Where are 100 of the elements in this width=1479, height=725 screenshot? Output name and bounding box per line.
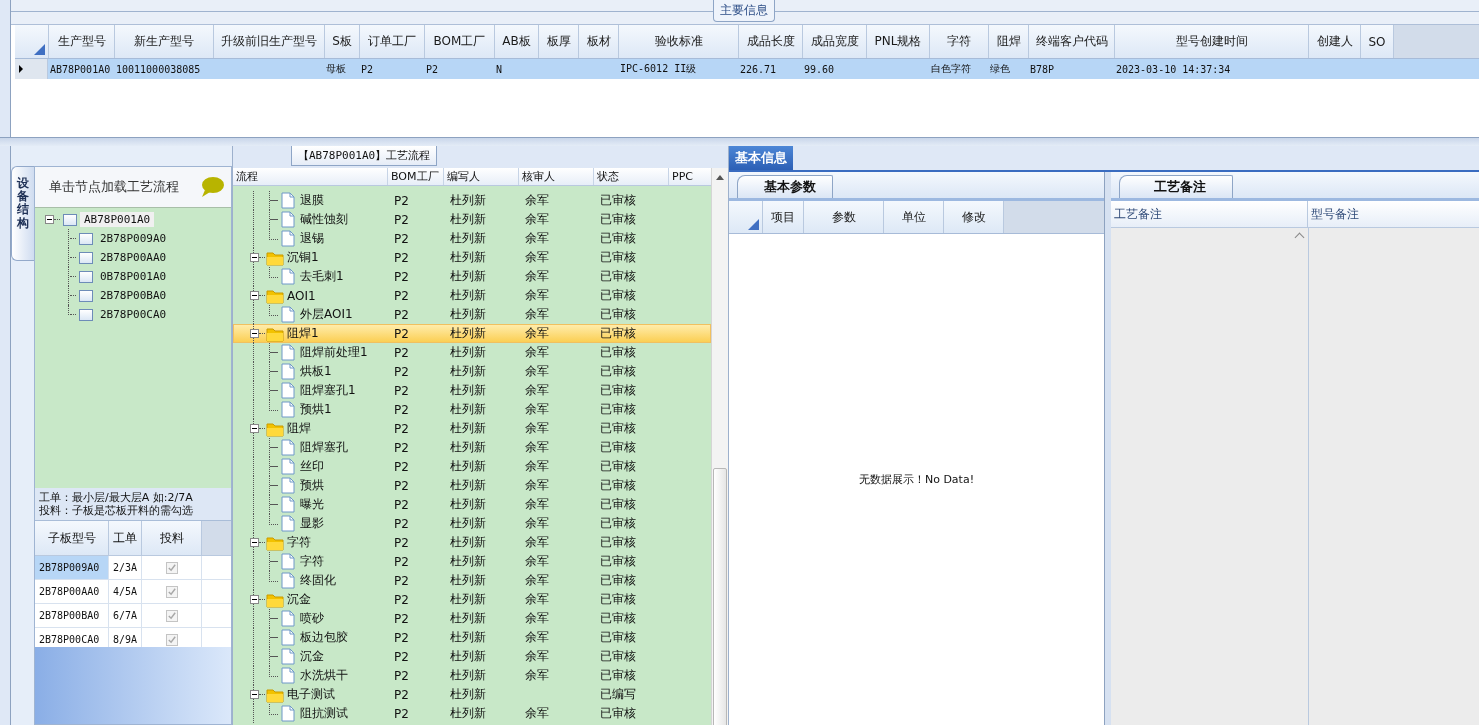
collapse-icon[interactable] [250, 595, 259, 604]
checkbox[interactable] [165, 585, 178, 598]
column-header[interactable]: 型号备注 [1308, 201, 1479, 227]
tree-row[interactable]: 阻焊前处理1 P2 杜列新 余军 已审核 [233, 343, 712, 362]
tree-row[interactable]: 喷砂 P2 杜列新 余军 已审核 [233, 609, 712, 628]
tab[interactable]: 基本信息 [729, 146, 793, 170]
tab[interactable]: 基本参数 [737, 175, 833, 198]
collapse-icon[interactable] [250, 690, 259, 699]
column-header[interactable]: 验收标准 [619, 25, 739, 58]
tree-row[interactable]: 阻焊1 P2 杜列新 余军 已审核 [233, 324, 712, 343]
table-cell: 绿色 [990, 62, 1010, 76]
tree-row[interactable]: 碱性蚀刻 P2 杜列新 余军 已审核 [233, 210, 712, 229]
tree-row[interactable]: 阻焊塞孔 P2 杜列新 余军 已审核 [233, 438, 712, 457]
tree-row[interactable]: 预烘 P2 杜列新 余军 已审核 [233, 476, 712, 495]
window-icon [79, 270, 93, 283]
hint-text: 工单：最小层/最大层A 如:2/7A [39, 491, 194, 504]
window-icon [79, 289, 93, 302]
panel-title: 【AB78P001A0】工艺流程 [291, 146, 438, 166]
column-header[interactable]: 单位 [884, 201, 944, 233]
column-header[interactable]: 创建人 [1309, 25, 1361, 58]
column-header[interactable]: 板厚 [539, 25, 579, 58]
tree-row[interactable]: 字符 P2 杜列新 余军 已审核 [233, 533, 712, 552]
column-header[interactable]: 成品宽度 [803, 25, 867, 58]
column-header[interactable]: 状态 [594, 168, 669, 185]
panel-header: 单击节点加载工艺流程 [49, 178, 179, 196]
column-header[interactable]: S板 [325, 25, 360, 58]
column-header[interactable]: 阻焊 [989, 25, 1029, 58]
column-header[interactable]: 子板型号 [35, 521, 109, 555]
tree-node[interactable]: 2B78P00AA0 [96, 250, 171, 265]
tree-row[interactable]: 字符 P2 杜列新 余军 已审核 [233, 552, 712, 571]
table-row[interactable]: AB78P001A0 10011000038085 母板 P2 P2 N IPC-6012 II级 226.71 99.60 白色字符 绿色 B78P 2023-03-10 14:37:34 [15, 59, 1479, 79]
column-header[interactable]: 升级前旧生产型号 [214, 25, 325, 58]
tree-row[interactable]: 终固化 P2 杜列新 余军 已审核 [233, 571, 712, 590]
document-icon [281, 553, 295, 570]
tree-node[interactable]: AB78P001A0 [80, 212, 155, 227]
column-header[interactable]: 生产型号 [49, 25, 115, 58]
tree-row[interactable]: 沉金 P2 杜列新 余军 已审核 [233, 647, 712, 666]
collapse-icon[interactable] [250, 329, 259, 338]
checkbox[interactable] [165, 609, 178, 622]
column-header[interactable]: 流程 [233, 168, 388, 185]
column-header[interactable]: 工单 [109, 521, 142, 555]
table-cell[interactable]: 2B78P00AA0 [35, 580, 109, 603]
tree-row[interactable]: 预烘1 P2 杜列新 余军 已审核 [233, 400, 712, 419]
tree-node[interactable]: 2B78P00BA0 [96, 288, 171, 303]
tree-row[interactable]: 电子测试 P2 杜列新 已编写 [233, 685, 712, 704]
table-cell: 母板 [326, 62, 346, 76]
column-header[interactable]: 新生产型号 [115, 25, 214, 58]
column-header[interactable]: 板材 [579, 25, 619, 58]
document-icon [281, 363, 295, 380]
table-cell[interactable]: 2B78P009A0 [35, 556, 109, 579]
tree-row[interactable]: 曝光 P2 杜列新 余军 已审核 [233, 495, 712, 514]
collapse-icon[interactable] [250, 291, 259, 300]
column-header[interactable]: 终端客户代码 [1029, 25, 1115, 58]
checkbox[interactable] [165, 633, 178, 646]
window-icon [79, 251, 93, 264]
tree-row[interactable]: 丝印 P2 杜列新 余军 已审核 [233, 457, 712, 476]
section-title: 主要信息 [713, 0, 775, 22]
tree-row[interactable]: 退锡 P2 杜列新 余军 已审核 [233, 229, 712, 248]
tree-row[interactable]: AOI1 P2 杜列新 余军 已审核 [233, 286, 712, 305]
tree-row[interactable]: 阻焊塞孔1 P2 杜列新 余军 已审核 [233, 381, 712, 400]
tree-row[interactable]: 烘板1 P2 杜列新 余军 已审核 [233, 362, 712, 381]
column-header[interactable]: BOM工厂 [388, 168, 444, 185]
tree-node[interactable]: 2B78P009A0 [96, 231, 171, 246]
column-header[interactable]: 字符 [930, 25, 989, 58]
tree-row[interactable]: 阻焊 P2 杜列新 余军 已审核 [233, 419, 712, 438]
column-header[interactable]: 项目 [763, 201, 804, 233]
table-cell: N [496, 63, 503, 75]
tree-row[interactable]: 板边包胶 P2 杜列新 余军 已审核 [233, 628, 712, 647]
empty-message: 无数据展示！No Data! [858, 472, 975, 487]
collapse-icon[interactable] [250, 424, 259, 433]
scrollbar[interactable] [711, 168, 728, 725]
column-header[interactable]: 核审人 [519, 168, 594, 185]
collapse-icon[interactable] [250, 253, 259, 262]
checkbox[interactable] [165, 561, 178, 574]
column-header[interactable]: 成品长度 [739, 25, 803, 58]
tree-row[interactable]: 退膜 P2 杜列新 余军 已审核 [233, 191, 712, 210]
column-header[interactable]: 编写人 [444, 168, 519, 185]
column-header[interactable]: AB板 [495, 25, 539, 58]
table-cell: 10011000038085 [116, 63, 201, 75]
side-tab[interactable]: 设备结构 [11, 166, 34, 261]
collapse-icon[interactable] [250, 538, 259, 547]
tree-row[interactable]: 去毛刺1 P2 杜列新 余军 已审核 [233, 267, 712, 286]
collapse-icon[interactable] [45, 215, 54, 224]
window-icon [79, 308, 93, 321]
tree-row[interactable]: 显影 P2 杜列新 余军 已审核 [233, 514, 712, 533]
tree-row[interactable]: 沉金 P2 杜列新 余军 已审核 [233, 590, 712, 609]
column-header[interactable]: 参数 [804, 201, 884, 233]
table-cell: IPC-6012 II级 [620, 62, 697, 76]
column-header[interactable]: PNL规格 [867, 25, 930, 58]
tree-row[interactable]: 阻抗测试 P2 杜列新 余军 已审核 [233, 704, 712, 723]
column-header[interactable]: 订单工厂 [360, 25, 425, 58]
column-header[interactable]: BOM工厂 [425, 25, 495, 58]
table-cell[interactable]: 2B78P00BA0 [35, 604, 109, 627]
column-header[interactable]: 工艺备注 [1111, 201, 1308, 227]
tree-row[interactable]: 沉铜1 P2 杜列新 余军 已审核 [233, 248, 712, 267]
tree-node[interactable]: 0B78P001A0 [96, 269, 171, 284]
column-header[interactable]: 型号创建时间 [1115, 25, 1309, 58]
tree-row[interactable]: 水洗烘干 P2 杜列新 余军 已审核 [233, 666, 712, 685]
tab[interactable]: 工艺备注 [1119, 175, 1233, 198]
tree-node[interactable]: 2B78P00CA0 [96, 307, 171, 322]
